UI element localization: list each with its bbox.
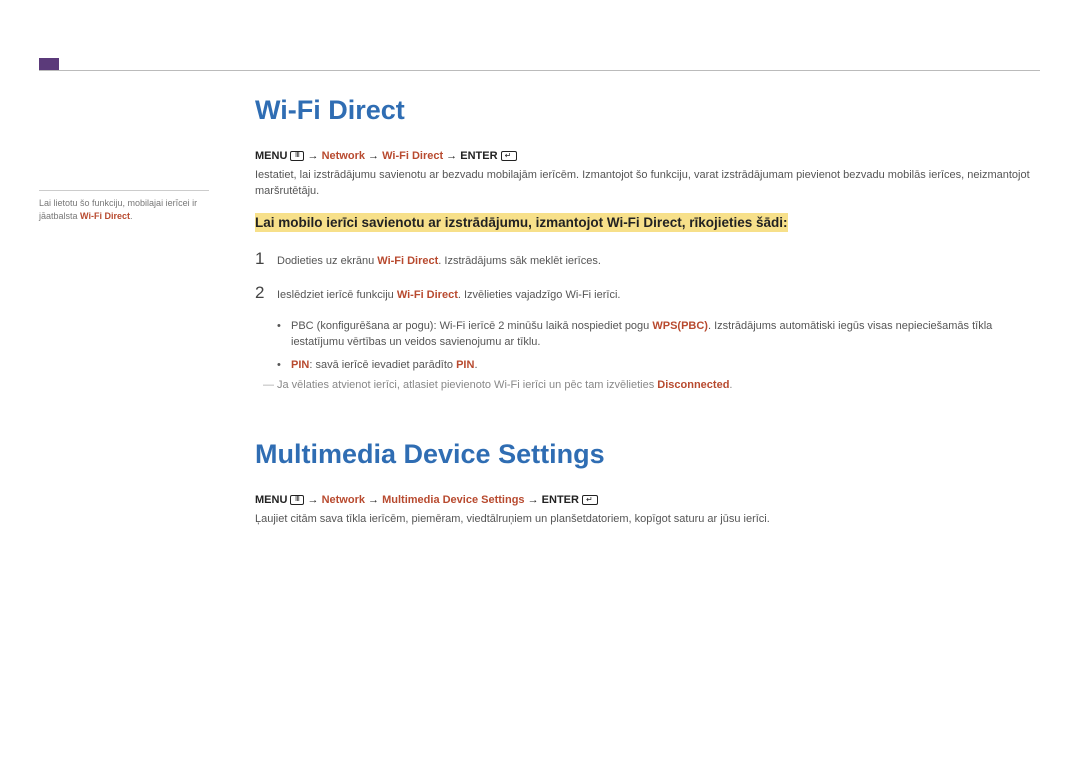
section2-title: Multimedia Device Settings xyxy=(255,439,1040,470)
header-divider xyxy=(39,70,1040,71)
menu-label: MENU xyxy=(255,150,287,162)
section1-intro: Iestatiet, lai izstrādājumu savienotu ar… xyxy=(255,168,1040,200)
note-b: . xyxy=(729,379,732,391)
arrow: → xyxy=(308,494,322,506)
arrow: → xyxy=(365,494,382,506)
side-note: Lai lietotu šo funkciju, mobilajai ierīc… xyxy=(39,190,209,222)
arrow: → xyxy=(308,150,322,162)
bullet-2: • PIN: savā ierīcē ievadiet parādīto PIN… xyxy=(277,357,1040,374)
bullet-1: • PBC (konfigurēšana ar pogu): Wi-Fi ier… xyxy=(277,318,1040,351)
bullet-1-red: WPS(PBC) xyxy=(652,320,708,332)
section1-highlight: Lai mobilo ierīci savienotu ar izstrādāj… xyxy=(255,213,788,232)
step-1-text: Dodieties uz ekrānu Wi-Fi Direct. Izstrā… xyxy=(277,254,601,269)
step-2-a: Ieslēdziet ierīcē funkciju xyxy=(277,289,397,301)
step-1-red: Wi-Fi Direct xyxy=(377,255,438,267)
menu-p1: Network xyxy=(322,150,365,162)
step-1-a: Dodieties uz ekrānu xyxy=(277,255,377,267)
section2-body: Ļaujiet citām sava tīkla ierīcēm, piemēr… xyxy=(255,512,1040,528)
step-2-text: Ieslēdziet ierīcē funkciju Wi-Fi Direct.… xyxy=(277,288,620,303)
step-2-red: Wi-Fi Direct xyxy=(397,289,458,301)
step-2: 2 Ieslēdziet ierīcē funkciju Wi-Fi Direc… xyxy=(255,283,1040,303)
step-1-num: 1 xyxy=(255,249,277,269)
menu-icon: Ⅲ xyxy=(290,495,304,505)
bullet-2-b: . xyxy=(474,359,477,371)
header-color-tab xyxy=(39,58,59,70)
side-note-text-post: . xyxy=(130,211,133,221)
bullet-1-text: PBC (konfigurēšana ar pogu): Wi-Fi ierīc… xyxy=(291,318,1040,351)
note-dash: ― xyxy=(263,379,277,391)
section2: Multimedia Device Settings MENU Ⅲ → Netw… xyxy=(255,439,1040,528)
menu-p2: Multimedia Device Settings xyxy=(382,494,524,506)
menu-p1: Network xyxy=(322,494,365,506)
step-2-num: 2 xyxy=(255,283,277,303)
enter-icon xyxy=(582,495,598,505)
bullet-dot: • xyxy=(277,318,291,351)
enter-icon xyxy=(501,151,517,161)
note-text: Ja vēlaties atvienot ierīci, atlasiet pi… xyxy=(277,379,732,391)
bullet-2-a: : savā ierīcē ievadiet parādīto xyxy=(309,359,456,371)
menu-p2: Wi-Fi Direct xyxy=(382,150,443,162)
bullet-2-red2: PIN xyxy=(456,359,474,371)
step-2-b: . Izvēlieties vajadzīgo Wi-Fi ierīci. xyxy=(458,289,621,301)
bullet-dot: • xyxy=(277,357,291,374)
main-content: Wi-Fi Direct MENU Ⅲ → Network → Wi-Fi Di… xyxy=(255,95,1040,540)
note-red: Disconnected xyxy=(657,379,729,391)
bullet-2-red1: PIN xyxy=(291,359,309,371)
arrow: → xyxy=(443,150,460,162)
section2-menu-path: MENU Ⅲ → Network → Multimedia Device Set… xyxy=(255,494,1040,506)
menu-label: MENU xyxy=(255,494,287,506)
arrow: → xyxy=(365,150,382,162)
note-a: Ja vēlaties atvienot ierīci, atlasiet pi… xyxy=(277,379,657,391)
side-note-highlight: Wi-Fi Direct xyxy=(80,211,130,221)
highlight-wrap: Lai mobilo ierīci savienotu ar izstrādāj… xyxy=(255,212,1040,235)
note-row: ― Ja vēlaties atvienot ierīci, atlasiet … xyxy=(263,379,1040,391)
section1-menu-path: MENU Ⅲ → Network → Wi-Fi Direct → ENTER xyxy=(255,150,1040,162)
arrow: → xyxy=(525,494,542,506)
enter-label: ENTER xyxy=(460,150,497,162)
step-1: 1 Dodieties uz ekrānu Wi-Fi Direct. Izst… xyxy=(255,249,1040,269)
bullet-2-text: PIN: savā ierīcē ievadiet parādīto PIN. xyxy=(291,357,478,374)
bullet-list: • PBC (konfigurēšana ar pogu): Wi-Fi ier… xyxy=(277,318,1040,374)
step-1-b: . Izstrādājums sāk meklēt ierīces. xyxy=(438,255,601,267)
bullet-1-a: PBC (konfigurēšana ar pogu): Wi-Fi ierīc… xyxy=(291,320,652,332)
enter-label: ENTER xyxy=(542,494,579,506)
menu-icon: Ⅲ xyxy=(290,151,304,161)
section1-title: Wi-Fi Direct xyxy=(255,95,1040,126)
